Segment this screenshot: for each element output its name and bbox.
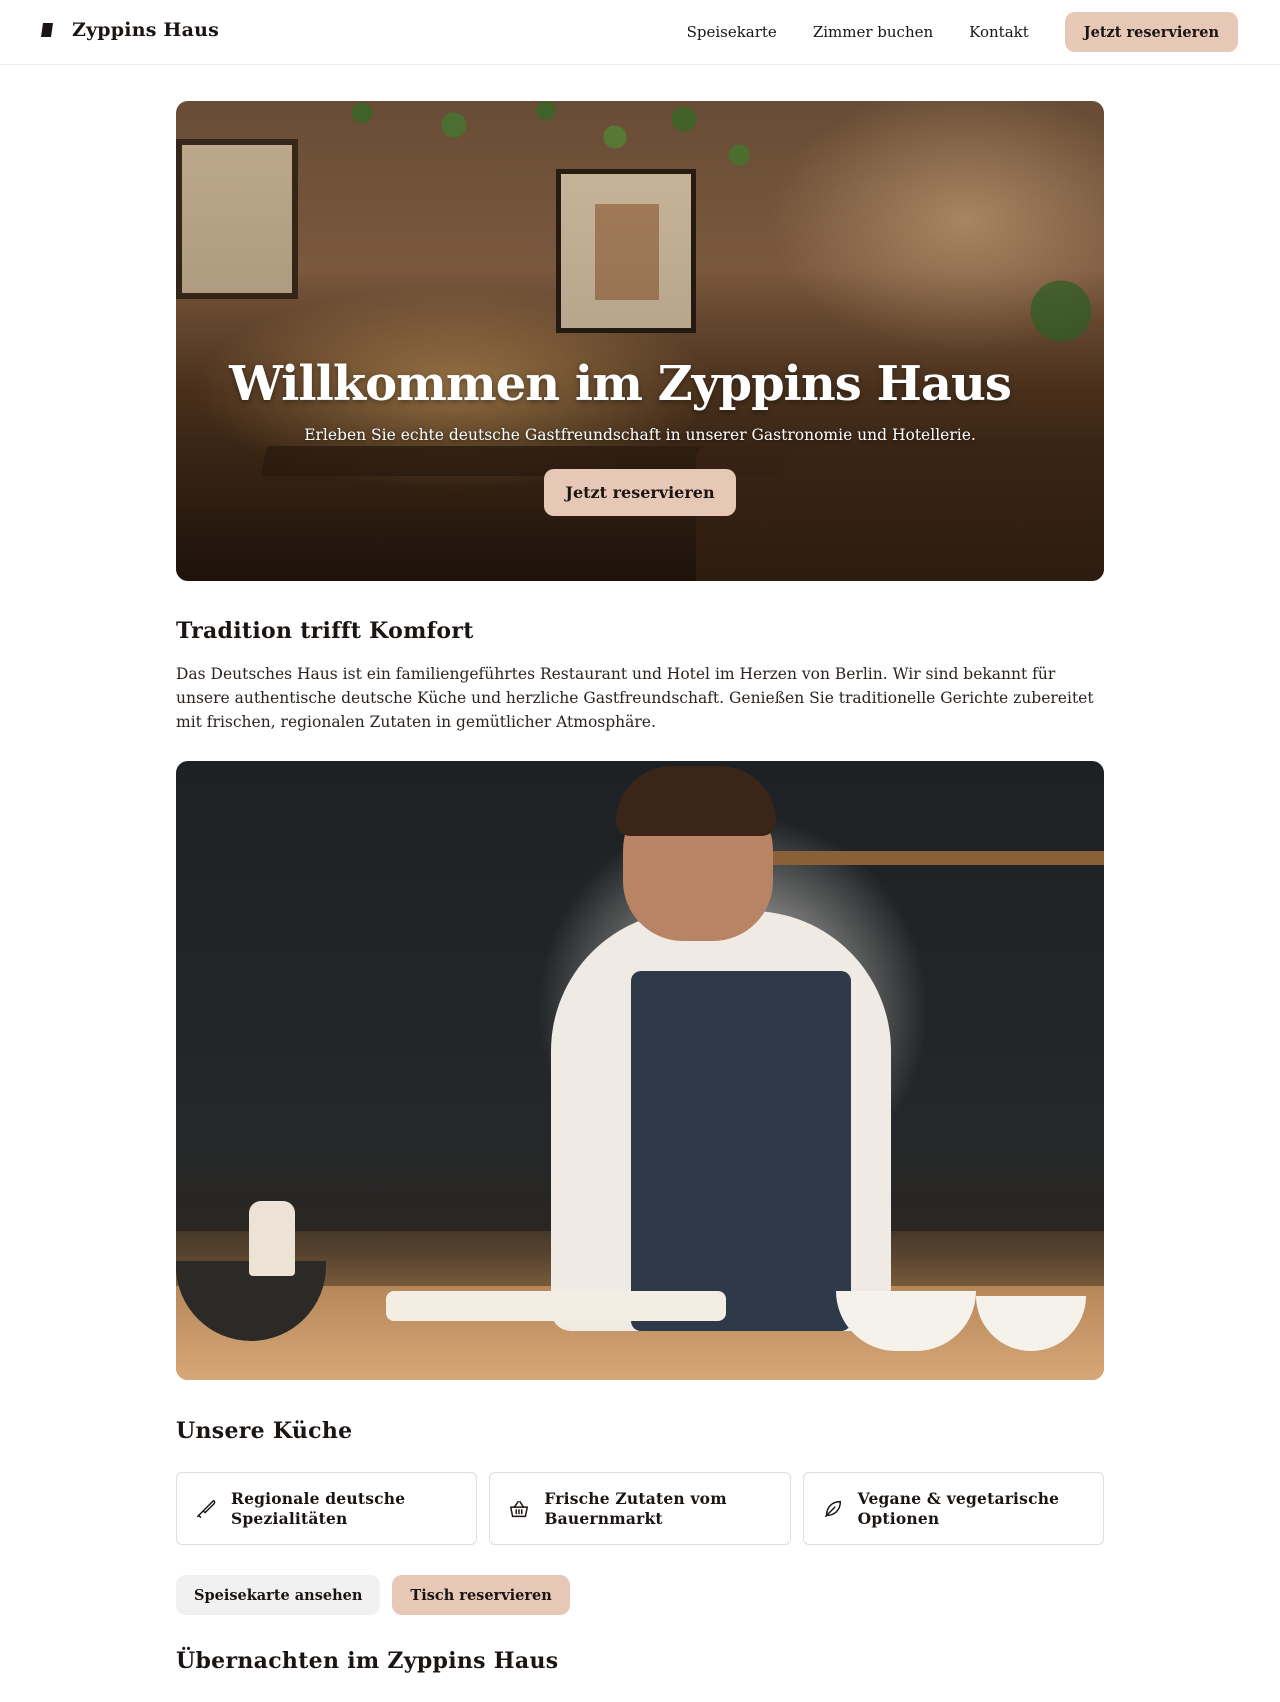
header-reserve-button[interactable]: Jetzt reservieren xyxy=(1064,12,1238,52)
brand-name: Zyppins Haus xyxy=(72,19,219,41)
intro-text: Das Deutsches Haus ist ein familiengefüh… xyxy=(176,665,1094,731)
hero-title: Willkommen im Zyppins Haus xyxy=(229,356,1012,412)
nav-link-kontakt[interactable]: Kontakt xyxy=(969,23,1029,41)
intro-heading: Tradition trifft Komfort xyxy=(176,618,474,644)
knife-icon xyxy=(197,1499,216,1518)
hero-content: Willkommen im Zyppins Haus Erleben Sie e… xyxy=(176,356,1104,516)
site-header: Zyppins Haus Speisekarte Zimmer buchen K… xyxy=(0,0,1280,65)
feature-card: Vegane & vegetarische Optionen xyxy=(802,1472,1104,1545)
hero-subtitle: Erleben Sie echte deutsche Gastfreundsch… xyxy=(304,426,976,444)
feature-label: Frische Zutaten vom Bauernmarkt xyxy=(544,1488,727,1528)
main-nav: Speisekarte Zimmer buchen Kontakt Jetzt … xyxy=(687,12,1238,52)
nav-link-speisekarte[interactable]: Speisekarte xyxy=(687,23,777,41)
feature-card: Regionale deutsche Spezialitäten xyxy=(176,1472,478,1545)
nav-link-zimmer-buchen[interactable]: Zimmer buchen xyxy=(813,23,933,41)
leaf-icon xyxy=(824,1500,841,1517)
hero-reserve-button[interactable]: Jetzt reservieren xyxy=(544,469,736,516)
feature-list: Regionale deutsche Spezialitäten Frische… xyxy=(176,1472,1104,1545)
basket-icon xyxy=(510,1500,529,1517)
stay-heading: Übernachten im Zyppins Haus xyxy=(176,1648,559,1674)
brand[interactable]: Zyppins Haus xyxy=(40,19,219,41)
kitchen-heading: Unsere Küche xyxy=(176,1418,353,1444)
view-menu-button[interactable]: Speisekarte ansehen xyxy=(176,1575,381,1615)
logo-icon xyxy=(41,23,53,37)
chef-image xyxy=(176,761,1104,1380)
feature-label: Vegane & vegetarische Optionen xyxy=(857,1488,1060,1528)
hero-banner: Willkommen im Zyppins Haus Erleben Sie e… xyxy=(176,101,1104,581)
reserve-table-button[interactable]: Tisch reservieren xyxy=(392,1575,570,1615)
kitchen-actions: Speisekarte ansehen Tisch reservieren xyxy=(176,1575,570,1615)
feature-card: Frische Zutaten vom Bauernmarkt xyxy=(489,1472,791,1545)
feature-label: Regionale deutsche Spezialitäten xyxy=(231,1488,406,1528)
